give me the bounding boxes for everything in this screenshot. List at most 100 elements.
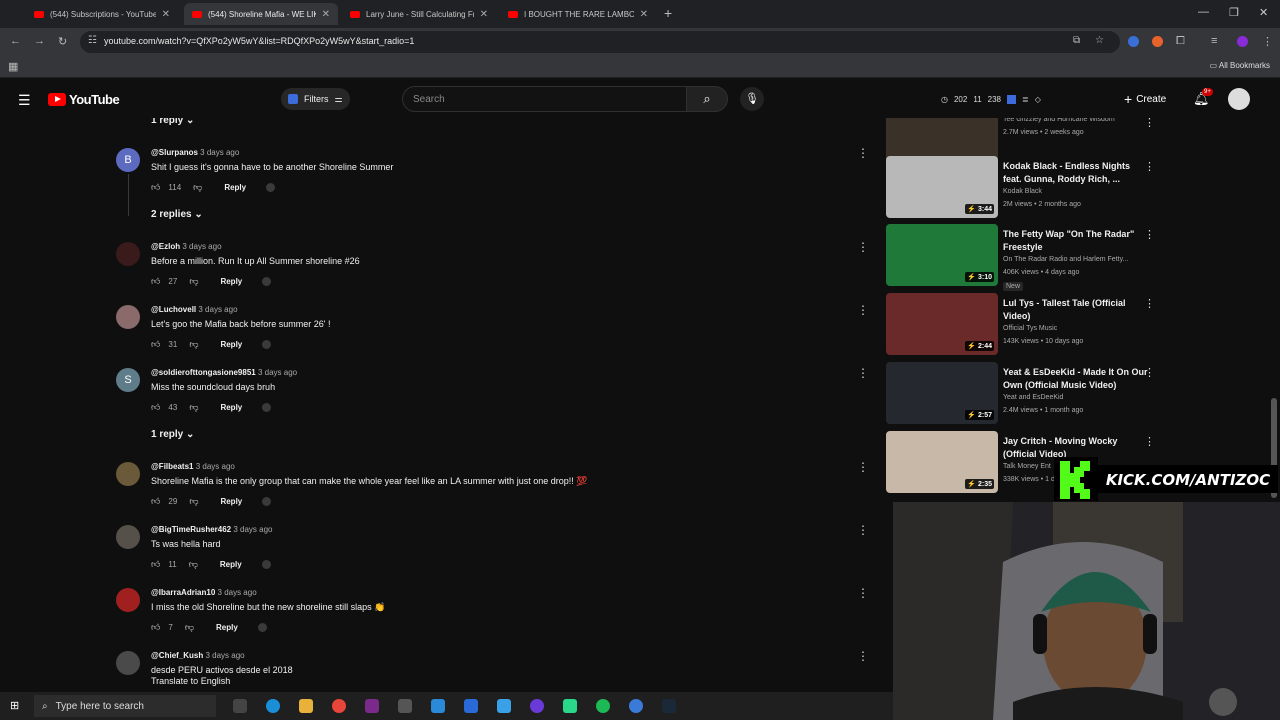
voice-search-button[interactable]: 🎙 <box>740 87 764 111</box>
app-icon[interactable] <box>431 699 445 713</box>
comment-author[interactable]: @Ezloh <box>151 242 180 251</box>
comment-date[interactable]: 3 days ago <box>205 651 244 660</box>
like-icon[interactable]: 👍︎ <box>151 559 160 570</box>
related-video-card[interactable]: ⚡ 3:44 Kodak Black - Endless Nights feat… <box>885 156 1280 222</box>
reply-button[interactable]: Reply <box>220 340 242 349</box>
cast-icon[interactable]: ⧉ <box>1073 35 1080 46</box>
tab-subscriptions[interactable]: (544) Subscriptions - YouTube ✕ <box>26 3 178 25</box>
chrome-icon[interactable] <box>332 699 346 713</box>
video-title[interactable]: Kodak Black - Endless Nights feat. Gunna… <box>1003 160 1148 186</box>
media-control-icon[interactable]: ≡ <box>1211 35 1217 47</box>
comment-date[interactable]: 3 days ago <box>198 305 237 314</box>
hamburger-menu-icon[interactable]: ☰ <box>18 92 31 109</box>
apps-grid-icon[interactable]: ▦ <box>8 60 18 73</box>
dislike-icon[interactable]: 👎︎ <box>189 402 198 413</box>
forward-icon[interactable]: → <box>34 35 45 47</box>
like-icon[interactable]: 👍︎ <box>151 182 160 193</box>
comment-date[interactable]: 3 days ago <box>182 242 221 251</box>
extension-blue-icon[interactable] <box>1128 36 1139 47</box>
taskbar-search[interactable]: ⌕ Type here to search <box>34 695 216 717</box>
dislike-icon[interactable]: 👎︎ <box>189 559 198 570</box>
replies-toggle[interactable]: 1 reply ⌄ <box>151 118 194 126</box>
filters-button[interactable]: Filters ⚌ <box>281 88 350 110</box>
video-thumbnail[interactable]: ⚡ 2:57 <box>886 362 998 424</box>
app-icon[interactable] <box>464 699 478 713</box>
reply-button[interactable]: Reply <box>216 623 238 632</box>
reply-button[interactable]: Reply <box>220 497 242 506</box>
address-bar[interactable]: ☷ youtube.com/watch?v=QfXPo2yW5wY&list=R… <box>80 31 1120 53</box>
spotify-icon[interactable] <box>596 699 610 713</box>
dislike-icon[interactable]: 👎︎ <box>185 622 194 633</box>
video-menu-icon[interactable]: ⋮ <box>1144 228 1155 241</box>
comment-menu-icon[interactable]: ⋮ <box>857 240 869 254</box>
video-thumbnail[interactable]: ⚡ 3:10 <box>886 224 998 286</box>
diamond-icon[interactable]: ◇ <box>1035 95 1041 104</box>
reply-button[interactable]: Reply <box>224 183 246 192</box>
back-icon[interactable]: ← <box>10 35 21 47</box>
video-menu-icon[interactable]: ⋮ <box>1144 118 1155 129</box>
related-video-card[interactable]: ⚡ 2:44 Lul Tys - Tallest Tale (Official … <box>885 293 1280 359</box>
close-tab-icon[interactable]: ✕ <box>322 9 330 20</box>
app-icon[interactable] <box>497 699 511 713</box>
comment-avatar[interactable] <box>116 305 140 329</box>
comment-menu-icon[interactable]: ⋮ <box>857 146 869 160</box>
related-video-card[interactable]: ⚡ 3:10 The Fetty Wap "On The Radar" Free… <box>885 224 1280 291</box>
dislike-icon[interactable]: 👎︎ <box>189 496 198 507</box>
video-menu-icon[interactable]: ⋮ <box>1144 160 1155 173</box>
reply-button[interactable]: Reply <box>220 277 242 286</box>
dislike-icon[interactable]: 👎︎ <box>189 339 198 350</box>
minimize-icon[interactable]: — <box>1198 6 1209 18</box>
comment-avatar[interactable]: B <box>116 148 140 172</box>
youtube-logo[interactable]: YouTube <box>48 92 120 107</box>
search-input[interactable]: Search <box>402 86 687 112</box>
dislike-icon[interactable]: 👎︎ <box>189 276 198 287</box>
like-icon[interactable]: 👍︎ <box>151 622 160 633</box>
like-icon[interactable]: 👍︎ <box>151 276 160 287</box>
edge-icon[interactable] <box>266 699 280 713</box>
video-thumbnail[interactable]: ⚡ 3:44 <box>886 156 998 218</box>
comment-author[interactable]: @Lucho​vell <box>151 305 196 314</box>
comment-menu-icon[interactable]: ⋮ <box>857 523 869 537</box>
video-title[interactable]: Yeat & EsDeeKid - Made It On Our Own (Of… <box>1003 366 1148 392</box>
comment-avatar[interactable] <box>116 242 140 266</box>
video-channel[interactable]: Official Tys Music <box>1003 325 1057 332</box>
comment-menu-icon[interactable]: ⋮ <box>857 460 869 474</box>
video-channel[interactable]: Tee Grizzley and Hurricane Wisdom <box>1003 118 1115 123</box>
comment-date[interactable]: 3 days ago <box>233 525 272 534</box>
video-menu-icon[interactable]: ⋮ <box>1144 366 1155 379</box>
replies-toggle[interactable]: 1 reply ⌄ <box>151 429 194 440</box>
close-tab-icon[interactable]: ✕ <box>480 9 488 20</box>
steam-icon[interactable] <box>662 699 676 713</box>
file-explorer-icon[interactable] <box>299 699 313 713</box>
video-channel[interactable]: On The Radar Radio and Harlem Fetty... <box>1003 256 1128 263</box>
reply-button[interactable]: Reply <box>220 560 242 569</box>
account-avatar[interactable] <box>1228 88 1250 110</box>
extensions-puzzle-icon[interactable]: ⧠ <box>1176 35 1185 48</box>
tab-shoreline-mafia[interactable]: (544) Shoreline Mafia - WE LIK ✕ <box>184 3 338 25</box>
comment-menu-icon[interactable]: ⋮ <box>857 586 869 600</box>
video-channel[interactable]: Yeat and EsDeeKid <box>1003 394 1063 401</box>
comment-avatar[interactable] <box>116 462 140 486</box>
replies-toggle[interactable]: 2 replies ⌄ <box>151 209 203 220</box>
close-tab-icon[interactable]: ✕ <box>162 9 170 20</box>
video-menu-icon[interactable]: ⋮ <box>1144 297 1155 310</box>
app-icon[interactable] <box>530 699 544 713</box>
comment-menu-icon[interactable]: ⋮ <box>857 303 869 317</box>
comment-avatar[interactable]: S <box>116 368 140 392</box>
video-title[interactable]: Lul Tys - Tallest Tale (Official Video) <box>1003 297 1148 323</box>
comment-avatar[interactable] <box>116 651 140 675</box>
comment-date[interactable]: 3 days ago <box>200 148 239 157</box>
create-button[interactable]: + Create <box>1124 89 1166 109</box>
comment-author[interactable]: @IbarraAdrian10 <box>151 588 215 597</box>
search-button[interactable]: ⌕ <box>686 86 728 112</box>
app-icon[interactable] <box>563 699 577 713</box>
translate-link[interactable]: Translate to English <box>151 676 230 686</box>
reload-icon[interactable]: ↻ <box>58 35 67 48</box>
app-icon[interactable] <box>629 699 643 713</box>
bookmark-star-icon[interactable]: ☆ <box>1095 35 1104 46</box>
related-video-card[interactable]: ⚡ 2:57 Yeat & EsDeeKid - Made It On Our … <box>885 362 1280 428</box>
extension-icon[interactable] <box>1007 94 1017 104</box>
maximize-icon[interactable]: ❐ <box>1229 6 1239 19</box>
comment-menu-icon[interactable]: ⋮ <box>857 366 869 380</box>
comment-date[interactable]: 3 days ago <box>196 462 235 471</box>
